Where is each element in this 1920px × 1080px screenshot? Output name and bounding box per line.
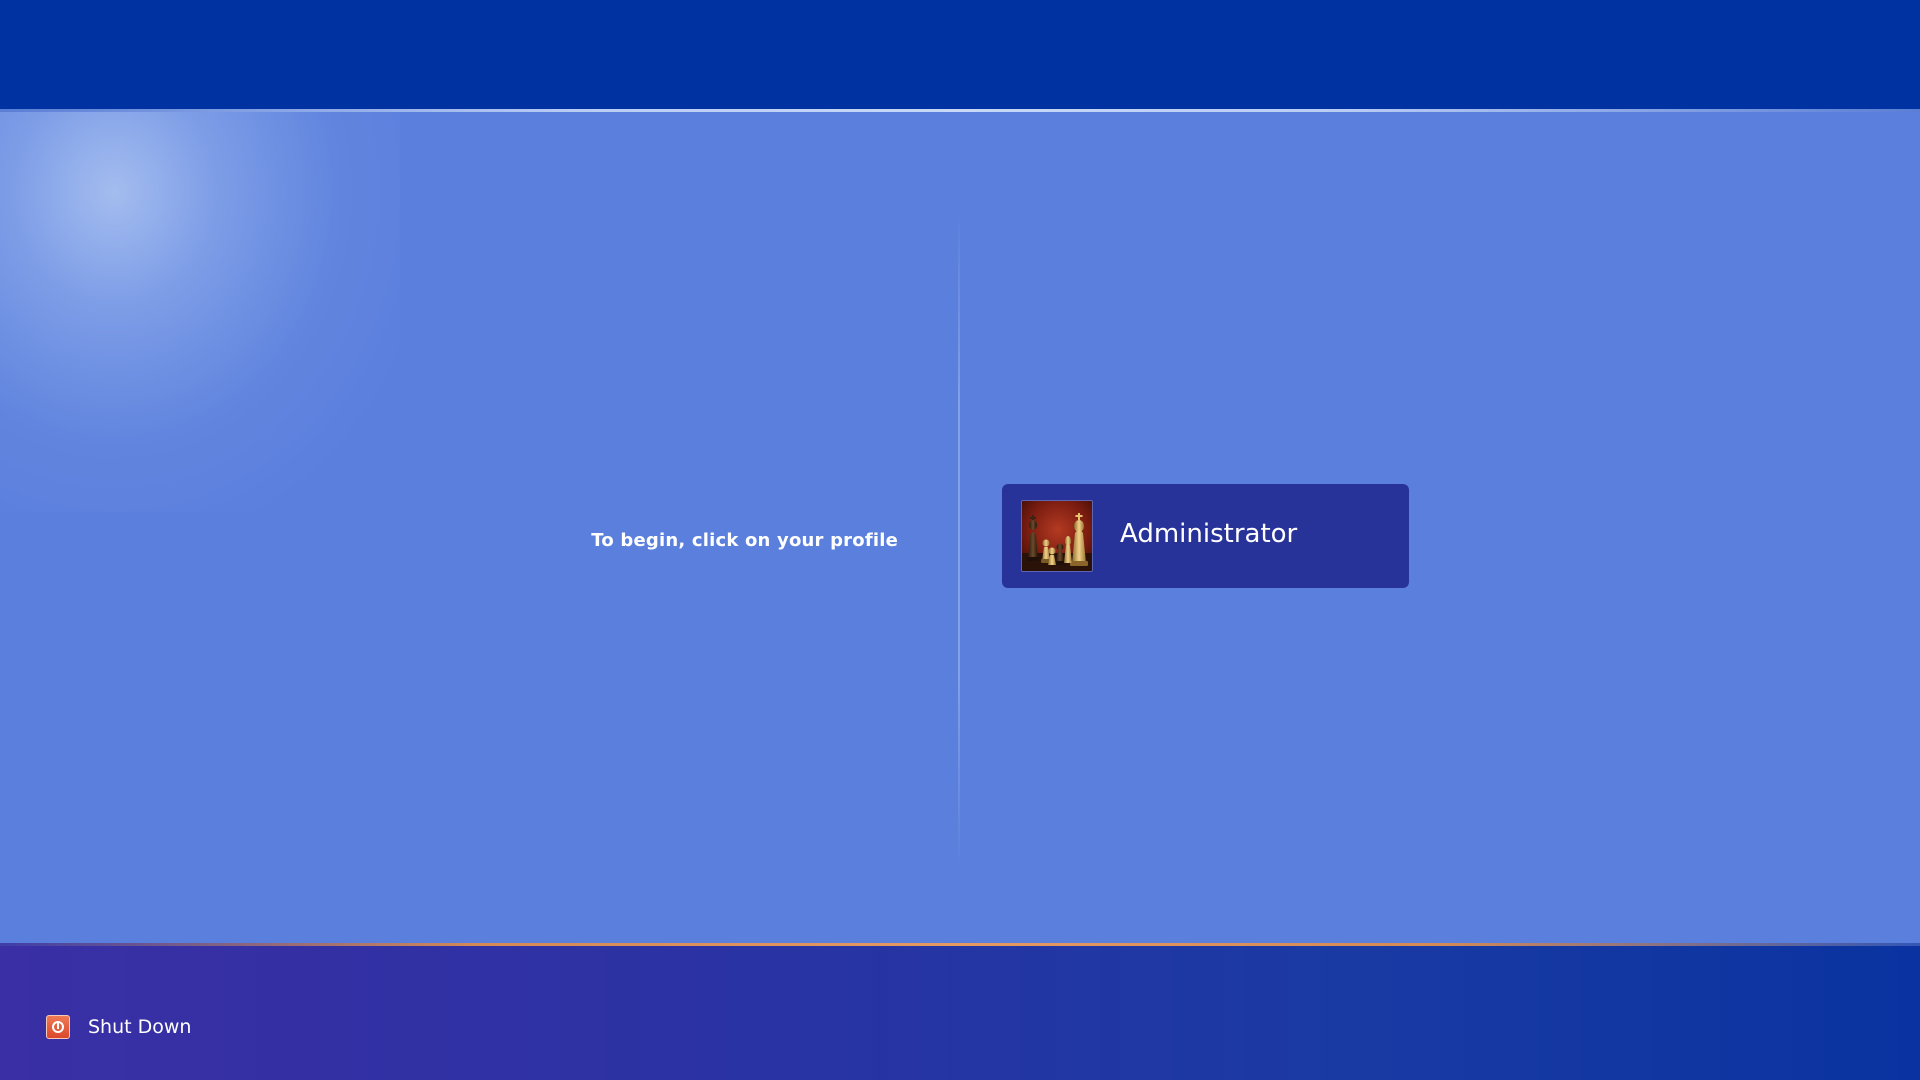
top-bar bbox=[0, 0, 1920, 109]
main-panel bbox=[0, 112, 1920, 944]
welcome-screen: To begin, click on your profile Administ… bbox=[0, 0, 1920, 1080]
vertical-divider bbox=[958, 210, 960, 870]
power-icon[interactable] bbox=[46, 1015, 70, 1039]
shutdown-label[interactable]: Shut Down bbox=[88, 1016, 191, 1038]
light-glow bbox=[0, 112, 400, 512]
bottom-bar bbox=[0, 946, 1920, 1080]
profile-name: Administrator bbox=[1120, 519, 1298, 549]
shutdown-button[interactable]: Shut Down bbox=[46, 1014, 191, 1040]
profile-tile-administrator[interactable]: Administrator bbox=[1002, 484, 1409, 588]
chess-pieces-avatar bbox=[1021, 500, 1093, 572]
instruction-text: To begin, click on your profile bbox=[591, 530, 898, 551]
